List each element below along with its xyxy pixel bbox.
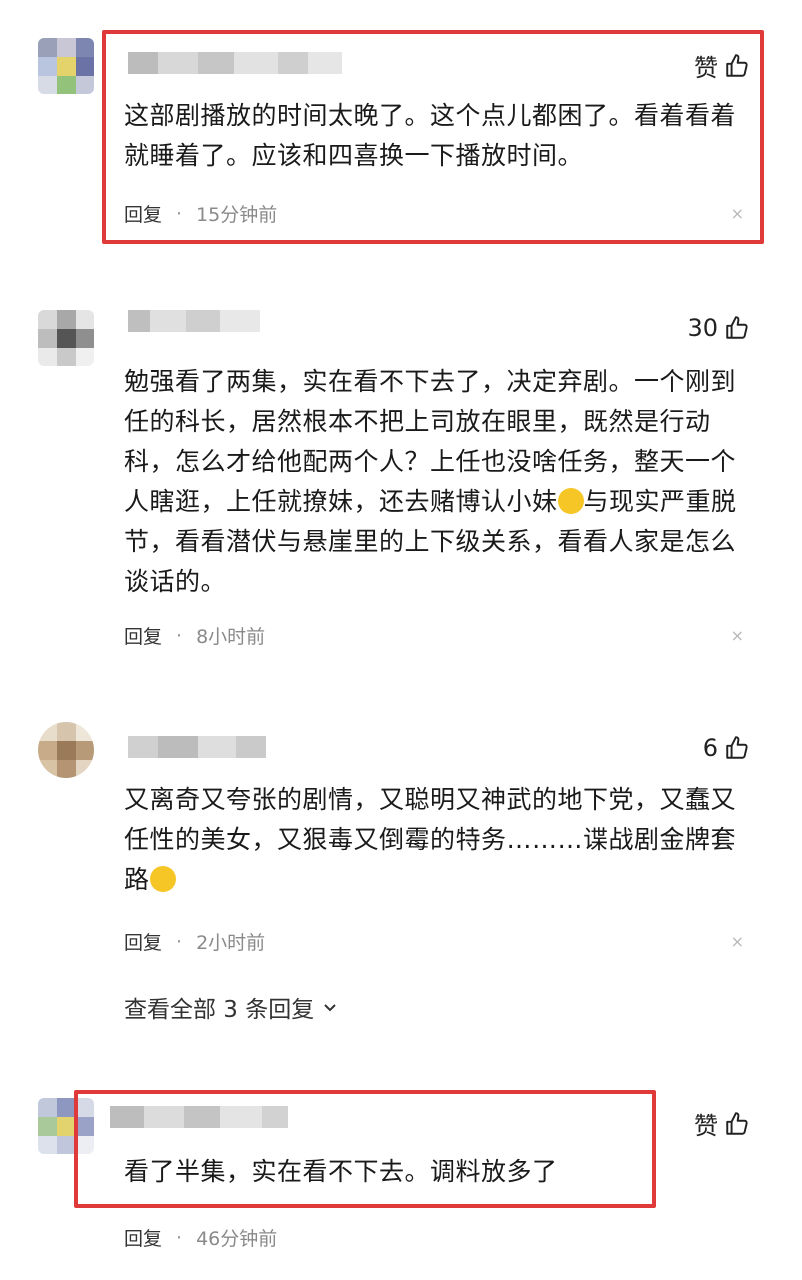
like-button[interactable]: 6 [703, 734, 750, 762]
comment-meta: 回复 · 46分钟前 [124, 1224, 277, 1251]
comment-text-part-a: 又离奇又夸张的剧情，又聪明又神武的地下党，又蠢又任性的美女，又狠毒又倒霉的特务…… [124, 785, 737, 894]
reply-button[interactable]: 回复 [124, 928, 162, 955]
comment-meta: 回复 · 8小时前 [124, 622, 265, 649]
avatar[interactable] [38, 722, 94, 778]
chevron-down-icon [324, 1004, 336, 1012]
view-all-label: 查看全部 3 条回复 [124, 997, 315, 1023]
laughing-emoji-icon [557, 488, 584, 514]
thumb-up-icon [726, 1111, 748, 1135]
reply-button[interactable]: 回复 [124, 1224, 162, 1251]
close-icon[interactable]: × [731, 932, 744, 951]
close-icon[interactable]: × [731, 626, 744, 645]
like-label: 赞 [694, 1112, 718, 1140]
timestamp: 2小时前 [196, 932, 266, 954]
reply-button[interactable]: 回复 [124, 622, 162, 649]
thumb-up-icon [726, 316, 748, 339]
username-blurred[interactable] [128, 310, 260, 332]
comment-meta: 回复 · 2小时前 [124, 928, 265, 955]
timestamp: 46分钟前 [196, 1228, 278, 1250]
separator: · [176, 930, 183, 953]
like-button[interactable]: 赞 [694, 1106, 750, 1141]
thumb-up-icon [726, 736, 748, 759]
timestamp: 8小时前 [196, 626, 266, 648]
grinning-emoji-icon [149, 866, 176, 892]
highlight-box [102, 30, 764, 244]
comment-text: 勉强看了两集，实在看不下去了，决定弃剧。一个刚到任的科长，居然根本不把上司放在眼… [124, 362, 754, 602]
view-all-replies-button[interactable]: 查看全部 3 条回复 [124, 990, 338, 1024]
username-blurred[interactable] [128, 736, 266, 758]
separator: · [176, 624, 183, 647]
highlight-box [74, 1090, 656, 1208]
avatar[interactable] [38, 38, 94, 94]
avatar[interactable] [38, 310, 94, 366]
like-button[interactable]: 30 [687, 314, 750, 342]
like-count: 6 [702, 734, 718, 762]
comment-text: 又离奇又夸张的剧情，又聪明又神武的地下党，又蠢又任性的美女，又狠毒又倒霉的特务…… [124, 780, 754, 900]
separator: · [176, 1226, 183, 1249]
like-count: 30 [687, 314, 718, 342]
